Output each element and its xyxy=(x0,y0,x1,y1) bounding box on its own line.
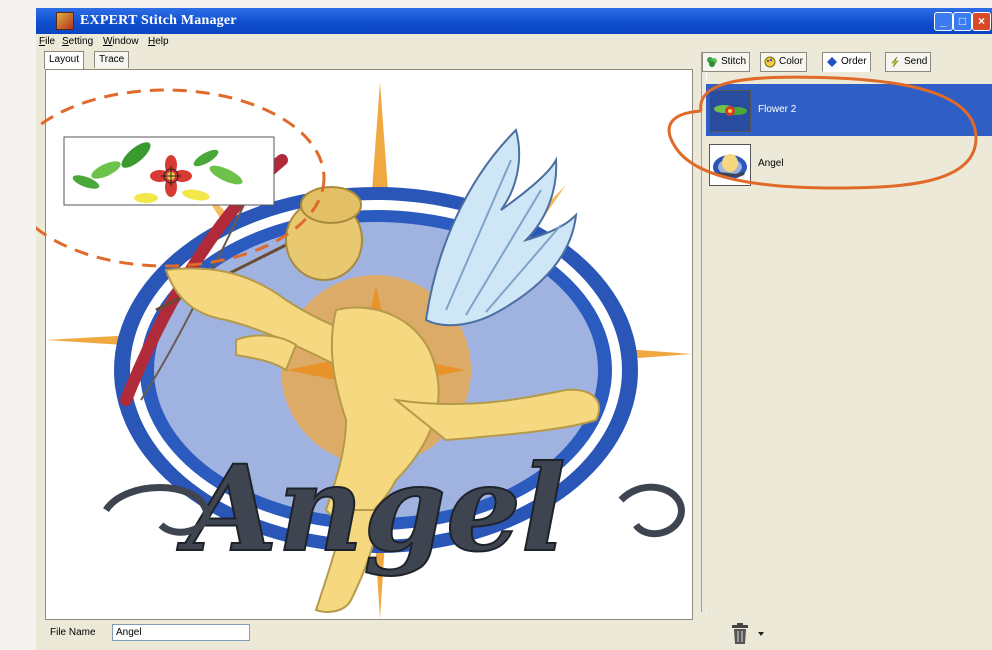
tab-stitch[interactable]: Stitch xyxy=(702,52,751,72)
tab-color[interactable]: Color xyxy=(760,52,807,72)
order-item-flower-2[interactable]: Flower 2 xyxy=(706,84,992,136)
menu-window[interactable]: Window xyxy=(103,36,139,47)
tab-layout[interactable]: Layout xyxy=(44,51,85,69)
menu-file[interactable]: File xyxy=(39,36,55,47)
tab-stitch-label: Stitch xyxy=(721,56,747,67)
delete-controls xyxy=(732,623,764,644)
tab-trace[interactable]: Trace xyxy=(94,51,130,68)
menu-setting[interactable]: Setting xyxy=(62,36,93,47)
angel-design: Angel xyxy=(46,82,692,619)
tab-color-label: Color xyxy=(779,56,803,67)
minimize-button[interactable]: _ xyxy=(934,12,953,31)
angel-thumbnail xyxy=(709,144,751,186)
window-title: EXPERT Stitch Manager xyxy=(80,13,237,28)
order-item-angel[interactable]: Angel xyxy=(706,138,992,190)
order-item-label: Angel xyxy=(758,158,784,169)
tab-order[interactable]: Order xyxy=(822,52,871,72)
flower-thumbnail xyxy=(709,90,751,132)
angel-script-text: Angel xyxy=(176,439,566,578)
file-name-field[interactable]: Angel xyxy=(112,624,250,641)
file-name-label: File Name xyxy=(50,627,96,638)
tab-order-label: Order xyxy=(841,56,867,67)
menu-help[interactable]: Help xyxy=(148,36,169,47)
script-swirl-right xyxy=(618,483,685,538)
app-icon xyxy=(56,12,74,30)
maximize-button[interactable]: □ xyxy=(953,12,972,31)
title-bar[interactable]: EXPERT Stitch Manager _ □ × xyxy=(36,8,992,34)
trash-icon[interactable] xyxy=(732,623,748,644)
tab-send-label: Send xyxy=(904,56,928,67)
send-icon xyxy=(891,56,899,68)
stitch-icon xyxy=(707,57,717,67)
close-button[interactable]: × xyxy=(972,12,991,31)
order-icon xyxy=(827,57,837,67)
app-window: EXPERT Stitch Manager _ □ × File Setting… xyxy=(36,8,992,650)
menu-bar: File Setting Window Help xyxy=(36,34,992,50)
order-list: Flower 2 Angel xyxy=(706,80,992,610)
color-icon xyxy=(764,56,776,68)
layout-canvas[interactable]: Angel xyxy=(45,69,693,620)
dropdown-arrow-icon[interactable] xyxy=(758,632,764,636)
tab-send[interactable]: Send xyxy=(885,52,932,72)
order-item-label: Flower 2 xyxy=(758,104,797,115)
